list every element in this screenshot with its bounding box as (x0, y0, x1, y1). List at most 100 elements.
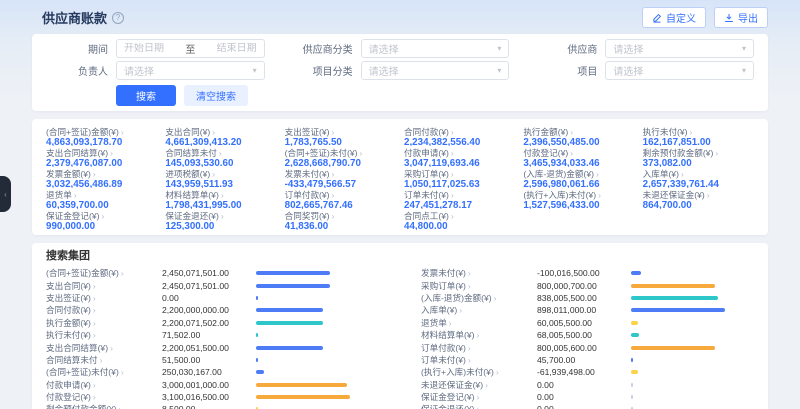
metric-item[interactable]: 付款登记(¥)› 3,465,934,033.46 (523, 147, 634, 167)
metric-label: 执行未付(¥) (643, 127, 688, 137)
chart-row-value: 45,700.00 (537, 355, 631, 365)
metric-item[interactable]: 订单未付(¥)› 247,451,278.17 (404, 189, 515, 209)
metric-item[interactable]: 付款申请(¥)› 3,047,119,693.46 (404, 147, 515, 167)
metric-item[interactable]: 执行金额(¥)› 2,396,550,485.00 (523, 126, 634, 146)
chart-row-label[interactable]: (入库-退货)金额(¥)› (421, 292, 537, 304)
metric-item[interactable]: 执行未付(¥)› 162,167,851.00 (643, 126, 754, 146)
metric-item[interactable]: (入库-退货)金额(¥)› 2,596,980,061.66 (523, 168, 634, 188)
metric-item[interactable]: 剩余预付款金额(¥)› 373,082.00 (643, 147, 754, 167)
metric-label: 执行金额(¥) (523, 127, 568, 137)
metric-item[interactable]: 发票金额(¥)› 3,032,456,486.89 (46, 168, 157, 188)
metric-item[interactable]: 进项税额(¥)› 143,959,511.93 (165, 168, 276, 188)
chart-row-label[interactable]: 保证金退还(¥)› (421, 403, 537, 409)
export-button[interactable]: 导出 (714, 7, 768, 28)
metric-label: 发票未付(¥) (285, 169, 330, 179)
chevron-right-icon: › (121, 127, 124, 137)
period-daterange: 至 (116, 39, 265, 58)
metric-item[interactable]: (合同+签证)金额(¥)› 4,863,093,178.70 (46, 126, 157, 146)
metric-item[interactable]: (合同+签证)未付(¥)› 2,628,668,790.70 (285, 147, 396, 167)
metric-label: (合同+签证)金额(¥) (46, 127, 119, 137)
metric-item[interactable]: (执行+入库)未付(¥)› 1,527,596,433.00 (523, 189, 634, 209)
customize-button[interactable]: 自定义 (642, 7, 706, 28)
chart-row-label[interactable]: (合同+签证)未付(¥)› (46, 366, 162, 378)
chart-row-label[interactable]: 入库单(¥)› (421, 304, 537, 316)
chart-row: 执行未付(¥)› 71,502.00 (46, 329, 379, 341)
metric-label: 材料结算单(¥) (165, 190, 218, 200)
chart-row-label[interactable]: 支出合同结算(¥)› (46, 342, 162, 354)
metric-item[interactable]: 未退还保证金(¥)› 864,700.00 (643, 189, 754, 209)
chart-row-label[interactable]: 剩余预付款金额(¥)› (46, 403, 162, 409)
chevron-right-icon: › (459, 305, 462, 315)
chart-row-label[interactable]: 未退还保证金(¥)› (421, 379, 537, 391)
metric-value: 864,700.00 (643, 200, 754, 209)
chart-row-label[interactable]: 退货单› (421, 317, 537, 329)
chevron-right-icon: › (332, 169, 335, 179)
end-date-input[interactable] (201, 43, 257, 54)
metric-item[interactable]: 退货单› 60,359,700.00 (46, 189, 157, 209)
search-button[interactable]: 搜索 (116, 85, 176, 106)
supplier-select[interactable]: 请选择 ▾ (605, 39, 754, 58)
metric-label: (入库-退货)金额(¥) (523, 169, 594, 179)
chart-bar (631, 296, 718, 300)
project-category-select[interactable]: 请选择 ▾ (361, 61, 510, 80)
chart-row-label[interactable]: 支出签证(¥)› (46, 292, 162, 304)
metric-item[interactable]: 支出签证(¥)› 1,783,765.50 (285, 126, 396, 146)
metric-item[interactable]: 合同付款(¥)› 2,234,382,556.40 (404, 126, 515, 146)
chevron-right-icon: › (110, 343, 113, 353)
chart-row-label[interactable]: 发票未付(¥)› (421, 267, 537, 279)
chart-row-label[interactable]: 付款申请(¥)› (46, 379, 162, 391)
chart-bar-track (631, 284, 725, 288)
chevron-down-icon: ▾ (497, 44, 501, 53)
chart-row-label[interactable]: 执行金额(¥)› (46, 317, 162, 329)
supplier-category-select[interactable]: 请选择 ▾ (361, 39, 510, 58)
metric-item[interactable]: 合同奖罚(¥)› 41,836.00 (285, 210, 396, 230)
chevron-right-icon: › (121, 268, 124, 278)
metric-item[interactable]: 保证金登记(¥)› 990,000.00 (46, 210, 157, 230)
metric-item[interactable]: 合同点工(¥)› 44,800.00 (404, 210, 515, 230)
chart-row: 未退还保证金(¥)› 0.00 (421, 379, 754, 391)
chart-row-label[interactable]: 执行未付(¥)› (46, 329, 162, 341)
chart-column-left: (合同+签证)金额(¥)› 2,450,071,501.00 支出合同(¥)› … (46, 267, 379, 409)
chart-row-value: 250,030,167.00 (162, 367, 256, 377)
chart-row-label[interactable]: 支出合同(¥)› (46, 280, 162, 292)
drawer-handle[interactable]: ‹ (0, 176, 11, 212)
chart-row-label[interactable]: 材料结算单(¥)› (421, 329, 537, 341)
download-icon (724, 13, 734, 23)
help-icon[interactable]: ? (112, 12, 124, 24)
metric-item[interactable]: 发票未付(¥)› -433,479,566.57 (285, 168, 396, 188)
chevron-right-icon: › (359, 148, 362, 158)
chevron-right-icon: › (221, 190, 224, 200)
metric-item[interactable]: 保证金退还(¥)› 125,300.00 (165, 210, 276, 230)
chart-panel: 搜索集团 (合同+签证)金额(¥)› 2,450,071,501.00 支出合同… (32, 243, 768, 409)
chevron-right-icon: › (596, 169, 599, 179)
filter-panel: 期间 至 供应商分类 请选择 ▾ 供应商 请选择 ▾ 负责人 请选择 (32, 34, 768, 111)
chevron-down-icon: ▾ (742, 66, 746, 75)
chart-row-label[interactable]: 订单付款(¥)› (421, 342, 537, 354)
metric-item[interactable]: 订单付款(¥)› 802,665,767.46 (285, 189, 396, 209)
chevron-right-icon: › (100, 355, 103, 365)
chart-bar-track (256, 346, 350, 350)
metric-item[interactable]: 材料结算单(¥)› 1,798,431,995.00 (165, 189, 276, 209)
project-select[interactable]: 请选择 ▾ (605, 61, 754, 80)
start-date-input[interactable] (124, 43, 180, 54)
chart-row-label[interactable]: 付款登记(¥)› (46, 391, 162, 403)
chart-row-value: 2,200,051,500.00 (162, 343, 256, 353)
date-separator: 至 (183, 41, 197, 56)
chart-row-label[interactable]: (合同+签证)金额(¥)› (46, 267, 162, 279)
metrics-panel: (合同+签证)金额(¥)› 4,863,093,178.70 支出合同(¥)› … (32, 119, 768, 235)
metric-item[interactable]: 支出合同(¥)› 4,661,309,413.20 (165, 126, 276, 146)
owner-select[interactable]: 请选择 ▾ (116, 61, 265, 80)
chart-bar-track (631, 383, 725, 387)
chart-row-value: 8,500.00 (162, 404, 256, 409)
chart-row-label[interactable]: 保证金登记(¥)› (421, 391, 537, 403)
metric-item[interactable]: 合同结算未付› 145,093,530.60 (165, 147, 276, 167)
chart-row-label[interactable]: 合同结算未付› (46, 354, 162, 366)
chart-row-label[interactable]: 采购订单(¥)› (421, 280, 537, 292)
chart-row-label[interactable]: (执行+入库)未付(¥)› (421, 366, 537, 378)
chart-row-label[interactable]: 合同付款(¥)› (46, 304, 162, 316)
chart-row-label[interactable]: 订单未付(¥)› (421, 354, 537, 366)
clear-search-button[interactable]: 清空搜索 (184, 85, 248, 106)
metric-item[interactable]: 入库单(¥)› 2,657,339,761.44 (643, 168, 754, 188)
metric-item[interactable]: 支出合同结算(¥)› 2,379,476,087.00 (46, 147, 157, 167)
metric-item[interactable]: 采购订单(¥)› 1,050,117,025.63 (404, 168, 515, 188)
